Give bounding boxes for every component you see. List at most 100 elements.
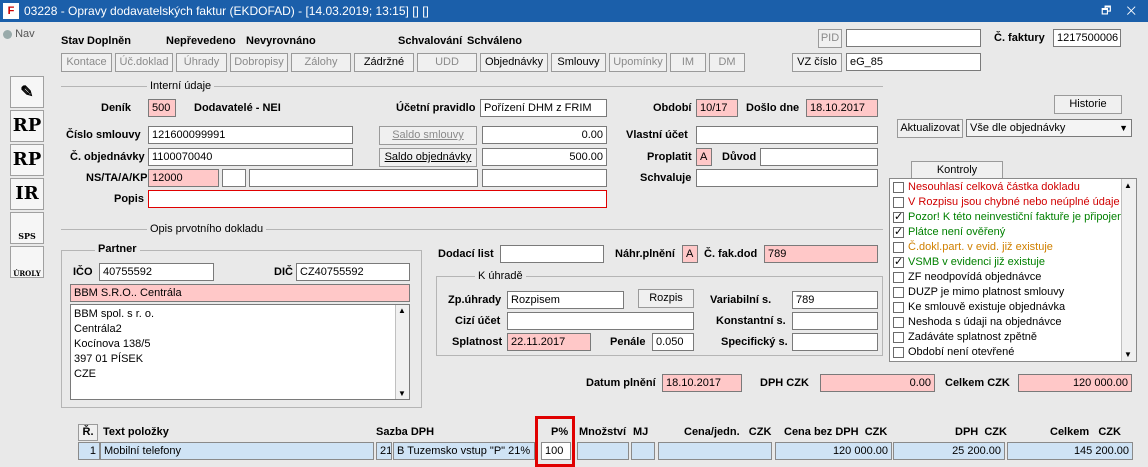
duvod-field[interactable] (760, 148, 878, 166)
rp-cz-icon[interactable]: RP (10, 110, 44, 142)
partner-name-field[interactable]: BBM S.R.O.. Centrála (70, 284, 410, 302)
kontroly-item[interactable]: Ke smlouvě existuje objednávka (893, 300, 1121, 315)
vlastni-ucet-field[interactable] (696, 126, 878, 144)
pid-button[interactable]: PID (818, 29, 842, 48)
ta-field[interactable] (222, 169, 246, 187)
im-button[interactable]: IM (670, 53, 706, 72)
dic-field[interactable]: CZ40755592 (296, 263, 410, 281)
splatnost-field[interactable]: 22.11.2017 (507, 333, 591, 351)
kontroly-checkbox[interactable] (893, 255, 904, 270)
kontroly-checkbox[interactable] (893, 301, 904, 313)
c-fak-dod-field[interactable]: 789 (764, 245, 878, 263)
mj-cell[interactable] (631, 442, 655, 460)
saldo-smlouvy-button[interactable]: Saldo smlouvy (379, 126, 477, 145)
aktualizovat-button[interactable]: Aktualizovat (897, 119, 963, 138)
sazba-num-cell[interactable]: 21 (376, 442, 392, 460)
aktualizovat-select[interactable]: Vše dle objednávky ▼ (966, 119, 1132, 137)
obdobi-field[interactable]: 10/17 (696, 99, 738, 117)
kontroly-checkbox[interactable] (893, 181, 904, 193)
text-polozky-cell[interactable]: Mobilní telefony (100, 442, 374, 460)
schvaluje-field[interactable] (696, 169, 878, 187)
rp-eu-icon[interactable]: RP (10, 144, 44, 176)
dodaci-list-field[interactable] (500, 245, 604, 263)
vz-cislo-button[interactable]: VZ číslo (792, 53, 842, 72)
kontroly-item[interactable]: Č.dokl.part. v evid. již existuje (893, 240, 1121, 255)
kontroly-item[interactable]: V Rozpisu jsou chybné nebo neúplné údaje (893, 195, 1121, 210)
datum-plneni-field[interactable]: 18.10.2017 (662, 374, 742, 392)
scroll-up-icon[interactable]: ▲ (1124, 181, 1132, 190)
kontroly-scrollbar[interactable]: ▲ ▼ (1121, 179, 1136, 361)
saldo-objednavky-field[interactable]: 500.00 (482, 148, 607, 166)
scroll-down-icon[interactable]: ▼ (1124, 350, 1132, 359)
kontroly-checkbox[interactable] (893, 316, 904, 328)
kontroly-checkbox[interactable] (893, 346, 904, 358)
cislo-smlouvy-field[interactable]: 121600099991 (148, 126, 353, 144)
konstantni-field[interactable] (792, 312, 878, 330)
denik-field[interactable]: 500 (148, 99, 176, 117)
kontroly-item[interactable]: Zadáváte splatnost zpětně (893, 330, 1121, 345)
kontroly-checkbox[interactable] (893, 225, 904, 240)
kontace-button[interactable]: Kontace (61, 53, 112, 72)
scroll-down-icon[interactable]: ▼ (398, 389, 406, 398)
kontroly-checkbox[interactable] (893, 271, 904, 283)
kontroly-checkbox[interactable] (893, 210, 904, 225)
celkem-cell[interactable]: 145 200.00 (1007, 442, 1133, 460)
historie-button[interactable]: Historie (1054, 95, 1122, 114)
address-scrollbar[interactable]: ▲ ▼ (395, 305, 409, 399)
upominky-button[interactable]: Upomínky (609, 53, 667, 72)
kontroly-checkbox[interactable] (893, 241, 904, 253)
a-field[interactable] (249, 169, 478, 187)
partner-address-box[interactable]: BBM spol. s r. o. Centrála2 Kocínova 138… (70, 304, 410, 400)
nav-button[interactable]: Nav (3, 28, 43, 44)
proplatit-field[interactable]: A (696, 148, 712, 166)
doslo-dne-field[interactable]: 18.10.2017 (806, 99, 878, 117)
kontroly-item[interactable]: Období není otevřené (893, 345, 1121, 360)
saldo-objednavky-button[interactable]: Saldo objednávky (379, 148, 477, 167)
objednavky-button[interactable]: Objednávky (480, 53, 548, 72)
kontroly-item[interactable]: Plátce není ověřený (893, 225, 1121, 240)
dph-cell[interactable]: 25 200.00 (893, 442, 1005, 460)
kontroly-item[interactable]: DUZP je mimo platnost smlouvy (893, 285, 1121, 300)
kontroly-item[interactable]: ZF neodpovídá objednávce (893, 270, 1121, 285)
nahr-plneni-field[interactable]: A (682, 245, 698, 263)
zalohy-button[interactable]: Zálohy (291, 53, 351, 72)
ns-field[interactable]: 12000 (148, 169, 219, 187)
scroll-up-icon[interactable]: ▲ (398, 306, 406, 315)
window-controls[interactable]: 🗗 ✕ (1101, 0, 1142, 22)
dm-button[interactable]: DM (709, 53, 745, 72)
udd-button[interactable]: UDD (417, 53, 477, 72)
kontroly-item[interactable]: Pozor! K této neinvestiční faktuře je př… (893, 210, 1121, 225)
kp-field[interactable] (482, 169, 607, 187)
mnozstvi-cell[interactable] (577, 442, 629, 460)
ico-field[interactable]: 40755592 (99, 263, 214, 281)
sps-icon[interactable]: SPS (10, 212, 44, 244)
variabilni-field[interactable]: 789 (792, 291, 878, 309)
dph-total-field[interactable]: 0.00 (820, 374, 935, 392)
pid-field[interactable] (846, 29, 981, 47)
popis-field[interactable] (148, 190, 607, 208)
zadrzne-button[interactable]: Zádržné (354, 53, 414, 72)
kontroly-list[interactable]: Nesouhlasí celková částka dokladu V Rozpi… (889, 178, 1137, 362)
row-number-cell[interactable]: 1 (78, 442, 100, 460)
row-number-header[interactable]: Ř. (78, 424, 98, 441)
vz-cislo-field[interactable]: eG_85 (846, 53, 981, 71)
uc-doklad-button[interactable]: Úč.doklad (115, 53, 173, 72)
kontroly-item[interactable]: Neshoda s údaji na objednávce (893, 315, 1121, 330)
kontroly-item[interactable]: Nesouhlasí celková částka dokladu (893, 180, 1121, 195)
cena-bez-dph-cell[interactable]: 120 000.00 (775, 442, 892, 460)
kontroly-checkbox[interactable] (893, 331, 904, 343)
ir-cz-icon[interactable]: IR (10, 178, 44, 210)
edit-icon[interactable]: ✎ (10, 76, 44, 108)
ucetni-pravidlo-field[interactable]: Pořízení DHM z FRIM (480, 99, 607, 117)
sazba-text-cell[interactable]: B Tuzemsko vstup "P" 21% (393, 442, 535, 460)
saldo-smlouvy-field[interactable]: 0.00 (482, 126, 607, 144)
uhrady-button[interactable]: Úhrady (176, 53, 227, 72)
cislo-objednavky-field[interactable]: 1100070040 (148, 148, 353, 166)
zp-uhrady-field[interactable]: Rozpisem (507, 291, 624, 309)
celkem-total-field[interactable]: 120 000.00 (1018, 374, 1132, 392)
kontroly-checkbox[interactable] (893, 196, 904, 208)
kontroly-checkbox[interactable] (893, 286, 904, 298)
kontroly-item[interactable]: VSMB v evidenci již existuje (893, 255, 1121, 270)
specificky-field[interactable] (792, 333, 878, 351)
smlouvy-button[interactable]: Smlouvy (551, 53, 606, 72)
